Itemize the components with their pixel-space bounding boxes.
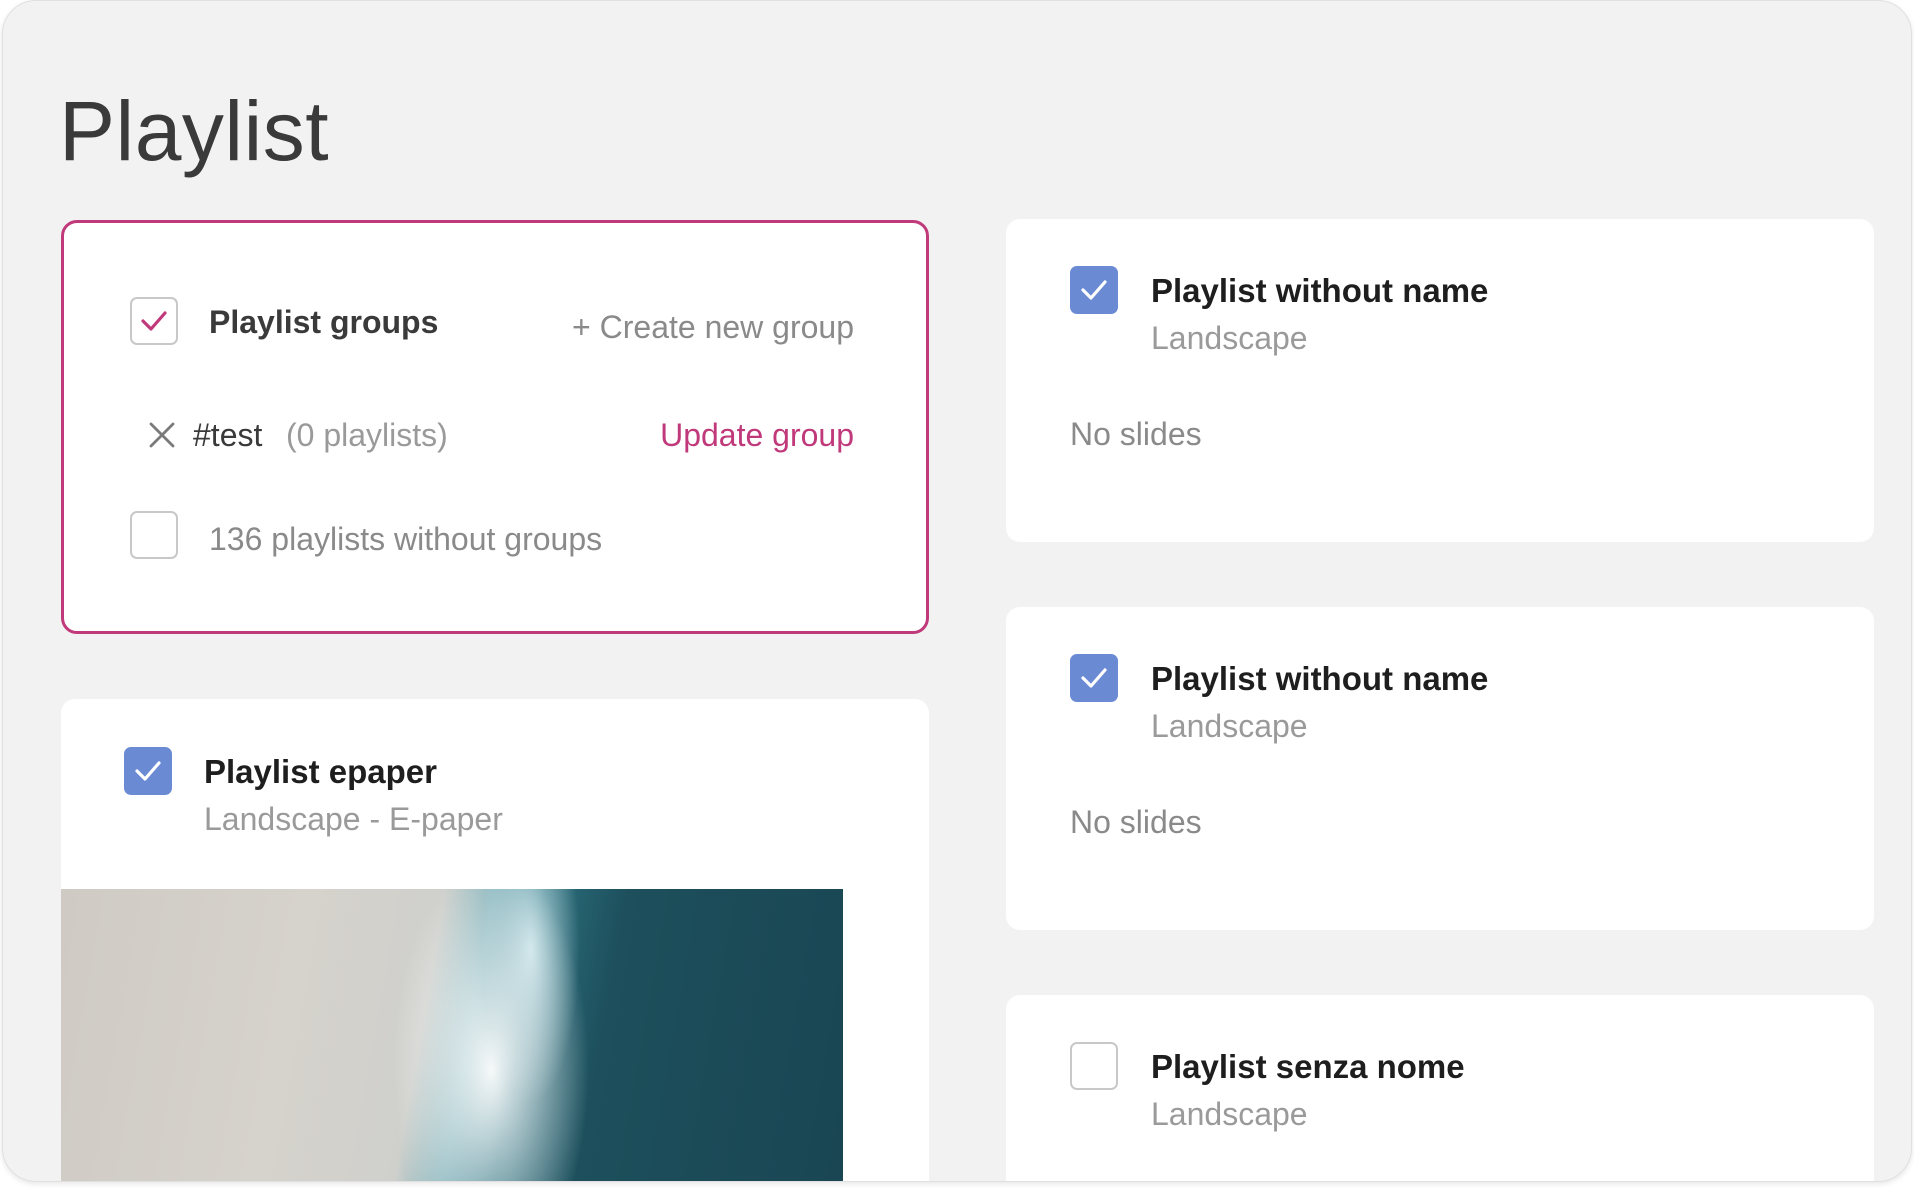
create-group-link[interactable]: + Create new group (572, 311, 854, 343)
app-window: Playlist Playlist groups + Create new gr… (2, 0, 1912, 1182)
playlist-checkbox[interactable] (124, 747, 172, 795)
update-group-link[interactable]: Update group (660, 419, 854, 451)
playlist-subtitle: Landscape (1151, 1096, 1308, 1132)
playlist-card[interactable]: Playlist epaper Landscape - E-paper (61, 699, 929, 1181)
checkmark-icon (141, 311, 167, 331)
playlist-checkbox[interactable] (1070, 266, 1118, 314)
playlist-status: No slides (1070, 804, 1202, 840)
playlist-title: Playlist without name (1151, 272, 1489, 309)
page-title: Playlist (59, 84, 330, 178)
checkmark-icon (1081, 668, 1107, 688)
playlist-subtitle: Landscape (1151, 708, 1308, 744)
playlist-subtitle: Landscape (1151, 320, 1308, 356)
close-icon[interactable] (147, 420, 177, 450)
playlist-thumbnail-image[interactable] (61, 889, 843, 1181)
playlist-groups-card: Playlist groups + Create new group #test… (61, 220, 929, 634)
playlist-checkbox[interactable] (1070, 654, 1118, 702)
playlist-title: Playlist epaper (204, 753, 437, 790)
playlist-title: Playlist senza nome (1151, 1048, 1465, 1085)
ungrouped-checkbox[interactable] (130, 511, 178, 559)
playlist-card[interactable]: Playlist without name Landscape No slide… (1006, 219, 1874, 542)
group-tag-count: (0 playlists) (286, 417, 448, 453)
groups-select-all-checkbox[interactable] (130, 297, 178, 345)
playlist-status: No slides (1070, 416, 1202, 452)
playlist-card[interactable]: Playlist without name Landscape No slide… (1006, 607, 1874, 930)
groups-title: Playlist groups (209, 304, 439, 340)
checkmark-icon (135, 761, 161, 781)
playlist-title: Playlist without name (1151, 660, 1489, 697)
group-tag-name[interactable]: #test (193, 419, 262, 451)
checkmark-icon (1081, 280, 1107, 300)
ungrouped-label: 136 playlists without groups (209, 521, 603, 557)
playlist-card[interactable]: Playlist senza nome Landscape (1006, 995, 1874, 1181)
playlist-subtitle: Landscape - E-paper (204, 801, 503, 837)
playlist-checkbox[interactable] (1070, 1042, 1118, 1090)
